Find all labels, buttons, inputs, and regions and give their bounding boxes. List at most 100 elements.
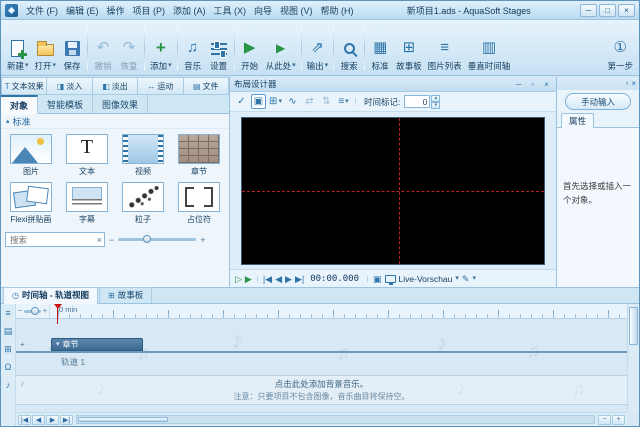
spin-down-icon[interactable]: ▾ [431,101,441,109]
search-button[interactable]: 搜索 [336,22,362,74]
align-options-button[interactable]: ≡ ▾ [336,94,351,109]
tab-fade-out[interactable]: ◧ 淡出 [92,77,139,95]
zoom-out-icon[interactable]: − [109,235,114,245]
scrollbar-track[interactable] [76,415,595,424]
new-button[interactable]: 新建 ▾ [4,22,32,74]
timeline-scale[interactable]: 0 min [50,304,627,324]
tab-properties[interactable]: 属性 [561,113,595,128]
dropdown-caret-icon[interactable]: ▾ [455,275,459,283]
scroll-to-end-button[interactable]: ▶| [60,414,73,425]
clear-search-icon[interactable]: × [97,235,102,245]
tab-fade-in[interactable]: ◨ 淡入 [47,77,93,95]
close-button[interactable]: × [617,3,635,17]
timeline-vertical-scrollbar[interactable] [627,304,639,412]
tab-text-effects[interactable]: T 文本效果 [1,77,48,95]
menu-add[interactable]: 添加 (A) [169,2,210,19]
maximize-button[interactable]: □ [598,3,616,17]
redo-button[interactable]: ↷ 恢复 [116,22,142,74]
timeline-zoom-slider[interactable] [24,306,41,315]
play-button[interactable]: ▶ [245,272,252,286]
live-preview-label[interactable]: Live-Vorschau [399,274,453,284]
open-button[interactable]: 打开 ▾ [32,22,60,74]
tab-objects[interactable]: 对象 [1,95,39,114]
spin-up-icon[interactable]: ▴ [431,94,441,102]
start-playback-button[interactable]: ▶ 开始 [237,22,263,74]
scrollbar-thumb[interactable] [78,417,168,422]
tab-files[interactable]: ▤ 文件 [183,77,230,95]
add-track-icon[interactable]: ⊞ [4,344,12,354]
output-button[interactable]: ⇗ 输出 ▾ [304,22,332,74]
dropdown-caret-icon[interactable]: ▾ [472,275,476,283]
tab-storyboard[interactable]: ⊞ 故事板 [99,287,153,303]
timeline-ruler[interactable]: − + 0 min [16,304,627,324]
menu-operations[interactable]: 操作 [103,2,129,19]
tab-smart-templates[interactable]: 智能模板 [38,95,94,113]
collapse-caret-icon[interactable]: ▾ [56,341,60,349]
menu-edit[interactable]: 编辑 (E) [62,2,103,19]
first-steps-button[interactable]: ① 第一步 [604,22,636,74]
standard-view-button[interactable]: ▦ 标准 [367,22,393,74]
image-list-view-button[interactable]: ≡ 图片列表 [425,22,465,74]
standard-section-header[interactable]: ▴ 标准 [1,114,229,129]
menu-help[interactable]: 帮助 (H) [317,2,358,19]
track-add-icon[interactable]: + [20,340,25,349]
settings-button[interactable]: 设置 [206,22,232,74]
play-from-here-button[interactable]: ▶ 从此处 ▾ [263,22,299,74]
object-item-chapter[interactable]: 章节 [171,131,227,179]
save-button[interactable]: 保存 [59,22,85,74]
menu-tools[interactable]: 工具 (X) [210,2,251,19]
menu-wizard[interactable]: 向导 [250,2,276,19]
manual-input-button[interactable]: 手动输入 [565,93,631,110]
music-button[interactable]: ♫ 音乐 [180,22,206,74]
thumbnail-size-slider[interactable] [118,235,197,243]
panel-float-icon[interactable]: ▫ [625,79,628,88]
step-forward-button[interactable]: ▶ [285,272,292,286]
scrollbar-thumb[interactable] [629,307,638,345]
menu-file[interactable]: 文件 (F) [22,2,62,19]
tab-timeline-track-view[interactable]: ◷ 时间轴 - 轨道视图 [3,287,99,304]
undo-button[interactable]: ↶ 撤销 [90,22,116,74]
skip-to-start-button[interactable]: |◀ [263,272,272,286]
add-button[interactable]: + 添加 ▾ [147,22,175,74]
curve-tool-icon[interactable]: ∿ [285,94,300,109]
zoom-in-icon[interactable]: + [200,235,205,245]
timeline-tracks[interactable]: ♪ ♫ ♪ ♫ ♪ ♫ ♪ ♫ ♪ ♫ + ♪ ▾ 章节 [16,319,627,412]
scroll-right-button[interactable]: ▶ [46,414,59,425]
panel-close-icon[interactable]: × [631,79,636,88]
chapter-block[interactable]: ▾ 章节 [51,338,143,351]
play-outline-button[interactable]: ▷ [235,272,242,286]
search-input[interactable] [8,233,97,246]
storyboard-view-button[interactable]: ⊞ 故事板 [393,22,425,74]
panel-close-icon[interactable]: × [541,80,552,89]
step-back-button[interactable]: ◀ [275,272,282,286]
timeline-zoom-out-button[interactable]: − [598,414,611,425]
panel-minimize-icon[interactable]: ─ [513,80,524,89]
object-item-flexi-collage[interactable]: Flexi拼贴画 [3,179,59,227]
music-track-icon[interactable]: ♪ [6,380,11,390]
vertical-timeline-view-button[interactable]: ▥ 垂直时间轴 [465,22,514,74]
object-item-video[interactable]: 视频 [115,131,171,179]
scroll-left-button[interactable]: ◀ [32,414,45,425]
object-item-placeholder[interactable]: 占位符 [171,179,227,227]
object-item-text[interactable]: T 文本 [59,131,115,179]
tab-image-effects[interactable]: 图像效果 [93,95,149,113]
track-list-icon[interactable]: ▤ [4,326,13,336]
time-marker-input[interactable] [404,95,431,108]
preview-canvas[interactable] [241,117,545,265]
object-item-image[interactable]: 图片 [3,131,59,179]
flip-vertical-icon[interactable]: ⇅ [319,94,334,109]
pen-tool-button[interactable]: ✎ [462,272,470,286]
tab-motion[interactable]: ↔ 运动 [138,77,184,95]
skip-to-end-button[interactable]: ▶| [295,272,304,286]
menu-view[interactable]: 视图 (V) [276,2,317,19]
slider-thumb[interactable] [143,235,152,243]
confirm-check-icon[interactable]: ✓ [234,94,249,109]
fit-view-button[interactable]: ▣ [373,272,382,286]
object-item-subtitle[interactable]: 字幕 [59,179,115,227]
timeline-zoom-in-button[interactable]: + [612,414,625,425]
grid-options-button[interactable]: ⊞ ▾ [268,94,283,109]
slider-thumb[interactable] [30,306,39,315]
menu-project[interactable]: 项目 (P) [129,2,170,19]
show-image-toggle[interactable]: ▣ [251,94,266,109]
flip-horizontal-icon[interactable]: ⇄ [302,94,317,109]
